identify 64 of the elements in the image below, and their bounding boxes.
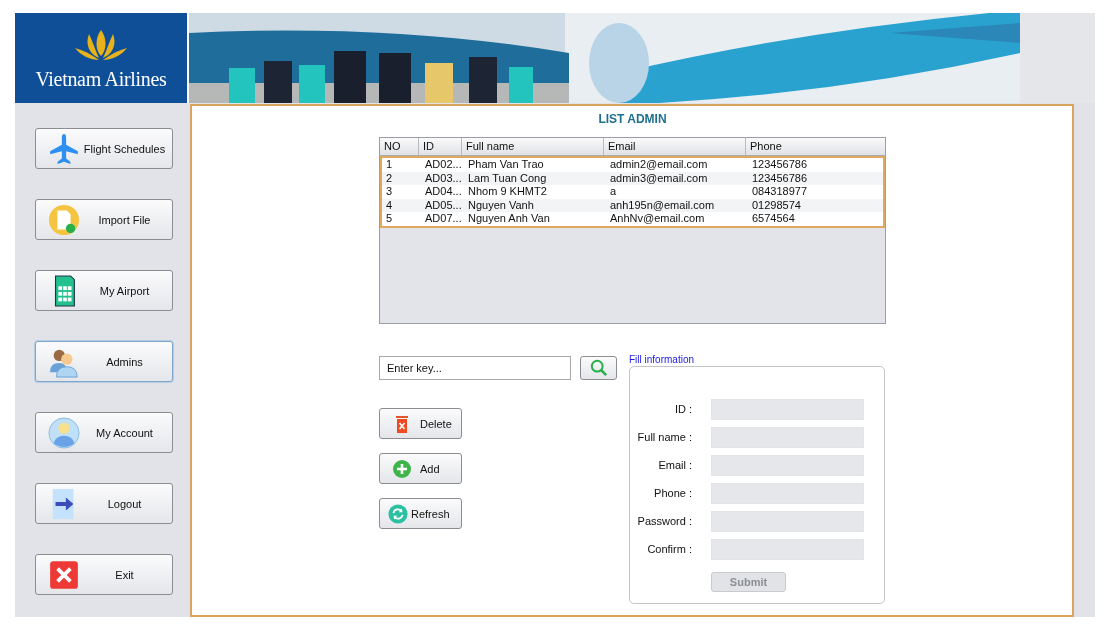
- action-button[interactable]: Delete: [379, 408, 462, 439]
- table-cell-text: Lam Tuan Cong: [467, 171, 548, 186]
- field-label: Phone :: [653, 487, 692, 499]
- table-cell-text: Pham Van Trao: [467, 158, 545, 172]
- table-cell-text: admin2@email.com: [609, 158, 709, 172]
- sidebar-button[interactable]: Logout: [34, 483, 173, 524]
- column-header[interactable]: Full name: [462, 138, 604, 155]
- table-cell-text: Nhom 9 KHMT2: [467, 185, 548, 199]
- table-cell-text: 2: [385, 171, 394, 186]
- table-cell-text: 4: [385, 198, 394, 213]
- field-label: Confirm :: [646, 543, 692, 555]
- search-field[interactable]: Enter key...: [379, 356, 571, 380]
- refresh-icon: [388, 503, 408, 524]
- input-field[interactable]: [711, 426, 864, 448]
- table-cell-text: 6574564: [751, 212, 796, 226]
- sidebar-button[interactable]: My Account: [34, 412, 173, 453]
- table-cell-text: AD05...: [424, 198, 463, 213]
- table-cell-text: a: [609, 185, 618, 199]
- sidebar-button[interactable]: Admins: [34, 341, 173, 382]
- search-button[interactable]: [580, 356, 617, 380]
- input-field[interactable]: [711, 482, 864, 504]
- table-cell-text: AD04...: [424, 185, 463, 199]
- page-title: LIST ADMIN: [597, 112, 668, 128]
- action-button[interactable]: Refresh: [379, 498, 462, 529]
- airplane-icon: [47, 132, 80, 165]
- table-cell-text: 3: [385, 185, 394, 199]
- table-cell-text: AnhNv@email.com: [609, 212, 706, 226]
- table-cell-text: AD03...: [424, 171, 463, 186]
- field-label: Full name :: [636, 431, 692, 443]
- column-header[interactable]: NO: [380, 138, 419, 155]
- table-cell-text: 123456786: [751, 158, 809, 172]
- sidebar-button[interactable]: Import File: [34, 199, 173, 240]
- plus-icon: [392, 458, 412, 479]
- group-title: Fill information: [629, 354, 696, 366]
- table-cell-text: AD07...: [424, 212, 463, 226]
- user-icon: [47, 416, 80, 449]
- table-cell-text: admin3@email.com: [609, 171, 709, 186]
- field-label: ID :: [673, 403, 692, 415]
- table-cell-text: 1: [385, 158, 394, 172]
- table-cell-text: Nguyen Anh Van: [467, 212, 551, 226]
- search-icon: [589, 359, 608, 377]
- input-field[interactable]: [711, 538, 864, 560]
- sidebar-button[interactable]: My Airport: [34, 270, 173, 311]
- field-label: Email :: [657, 459, 692, 471]
- table-cell-text: AD02...: [424, 158, 463, 172]
- column-header[interactable]: ID: [419, 138, 462, 155]
- field-label: Password :: [636, 515, 692, 527]
- table-cell-text: anh195n@email.com: [609, 198, 716, 213]
- column-header[interactable]: Email: [604, 138, 746, 155]
- table-cell-text: Nguyen Vanh: [467, 198, 535, 213]
- sidebar-button[interactable]: Exit: [34, 554, 173, 595]
- input-field[interactable]: [711, 510, 864, 532]
- table-cell-text: 01298574: [751, 198, 802, 213]
- table-cell-text: 5: [385, 212, 394, 226]
- logo-text: Vietnam Airlines: [35, 67, 167, 91]
- action-button[interactable]: Add: [379, 453, 462, 484]
- file-add-icon: [47, 203, 80, 236]
- sidebar-button[interactable]: Flight Schedules: [34, 128, 173, 169]
- close-icon: [47, 558, 80, 591]
- input-field[interactable]: [711, 398, 864, 420]
- table-cell-text: 084318977: [751, 185, 809, 199]
- input-field[interactable]: [711, 454, 864, 476]
- column-header[interactable]: Phone: [746, 138, 885, 155]
- table-cell-text: 123456786: [751, 171, 809, 186]
